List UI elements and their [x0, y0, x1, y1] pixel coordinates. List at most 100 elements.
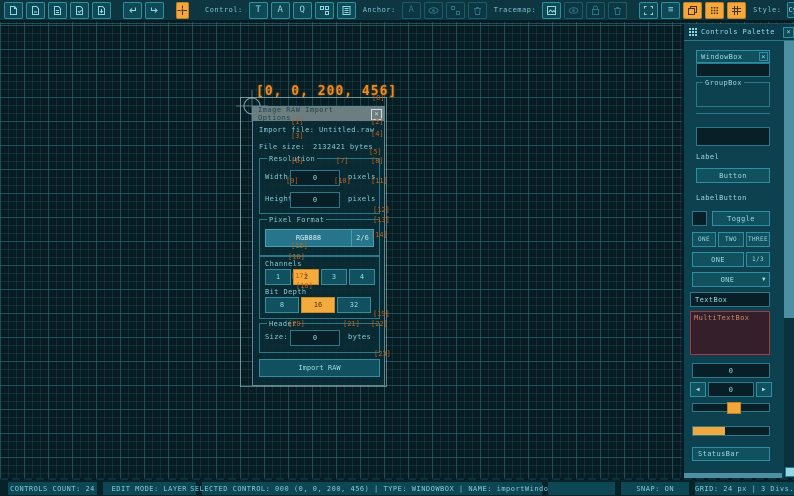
bit-depth-16-button[interactable]: 16 — [301, 297, 335, 313]
channel-1-button[interactable]: 1 — [265, 269, 291, 285]
palette-statusbar-item[interactable]: StatusBar — [692, 447, 770, 461]
control-index-annotation: [18] — [296, 282, 313, 290]
status-spare — [547, 482, 616, 495]
palette-grid-icon — [689, 28, 697, 36]
undo-button[interactable] — [123, 1, 142, 19]
designed-window-imports-dialog[interactable]: Image RAW Import Options × Import file: … — [252, 106, 385, 386]
palette-divider-item[interactable] — [696, 113, 770, 114]
dialog-titlebar[interactable]: Image RAW Import Options × — [253, 106, 384, 122]
file-save-button[interactable] — [48, 1, 67, 19]
import-raw-button[interactable]: Import RAW — [259, 359, 380, 377]
size-label: Size: — [265, 333, 289, 341]
palette-labelbutton-item[interactable]: LabelButton — [696, 194, 747, 202]
style-dropdown[interactable]: Cyber — [787, 2, 794, 18]
control-index-annotation: [16] — [288, 253, 305, 261]
file-open-button[interactable] — [26, 1, 45, 19]
palette-groupbox-item[interactable]: GroupBox — [696, 79, 770, 107]
spinner-sample-text: 0 — [728, 385, 734, 394]
palette-progress1-item[interactable] — [692, 426, 770, 436]
grid-lines-toggle-icon-button[interactable] — [727, 1, 747, 19]
pixel-format-groupbox: Pixel Format RGB888 2/6 — [259, 216, 380, 256]
height-input[interactable]: 0 — [290, 192, 340, 208]
vertical-scrollbar-thumb[interactable] — [784, 41, 794, 318]
status-bar: CONTROLS COUNT: 24 EDIT MODE: LAYER SELE… — [0, 478, 794, 496]
palette-panel-item[interactable] — [696, 127, 770, 146]
channel-3-button[interactable]: 3 — [321, 269, 347, 285]
design-canvas[interactable]: [0, 0, 200, 456] Image RAW Import Option… — [0, 22, 794, 480]
palette-cycle-index-item[interactable]: 1/3 — [746, 252, 770, 267]
palette-spinner-value[interactable]: 0 — [708, 382, 754, 397]
redo-button[interactable] — [145, 1, 164, 19]
palette-checkbox-item[interactable] — [692, 211, 707, 226]
file-export-button[interactable] — [92, 1, 111, 19]
pixel-format-cycle-button[interactable]: RGB888 2/6 — [265, 229, 374, 247]
palette-multitextbox-item[interactable]: MultiTextBox — [690, 311, 770, 355]
progress-fill — [693, 427, 725, 435]
file-group — [4, 1, 111, 19]
slider-thumb[interactable] — [727, 402, 742, 414]
palette-label-item[interactable]: Label — [696, 153, 719, 161]
palette-windowbox-item[interactable]: WindowBox × — [696, 50, 770, 63]
anchor-letter-button[interactable]: A — [401, 1, 421, 19]
view-group: ≡ — [639, 1, 747, 19]
bit-depth-32-button[interactable]: 32 — [337, 297, 371, 313]
palette-close-icon[interactable]: × — [783, 26, 794, 38]
control-index-annotation: [8] — [371, 157, 384, 165]
file-save-as-button[interactable] — [70, 1, 89, 19]
control-node-tool-button[interactable] — [314, 1, 334, 19]
control-index-annotation: [4] — [371, 130, 384, 138]
tracemap-image-icon-button[interactable] — [542, 1, 562, 19]
palette-value-item[interactable]: 0 — [692, 363, 770, 378]
control-index-annotation: [11] — [371, 177, 388, 185]
bit-depth-8-button[interactable]: 8 — [265, 297, 299, 313]
snap-target-button[interactable] — [176, 1, 189, 19]
palette-spinner-right-icon[interactable]: ▶ — [756, 382, 772, 397]
tracemap-lock-icon-button[interactable] — [586, 1, 606, 19]
pixel-format-index: 2/6 — [351, 230, 373, 246]
palette-windowbox-body[interactable] — [696, 63, 770, 77]
channel-4-button[interactable]: 4 — [349, 269, 375, 285]
file-new-button[interactable] — [4, 1, 23, 19]
palette-spinner-left-icon[interactable]: ◀ — [690, 382, 706, 397]
palette-toggle-item[interactable]: Toggle — [712, 211, 770, 226]
palette-slider-item[interactable] — [692, 402, 770, 414]
resolution-groupbox: Resolution Width: 0 pixels Height: 0 pix… — [259, 155, 380, 214]
list-view-icon-button[interactable]: ≡ — [661, 1, 681, 19]
fit-view-icon-button[interactable] — [639, 1, 659, 19]
layers-toggle-icon-button[interactable] — [683, 1, 703, 19]
palette-radio-one-item[interactable]: ONE — [692, 232, 716, 247]
palette-vertical-scrollbar[interactable] — [784, 41, 794, 480]
palette-radio-three-item[interactable]: THREE — [746, 232, 770, 247]
anchor-trash-icon-button[interactable] — [467, 1, 487, 19]
status-edit-mode: EDIT MODE: LAYER — [102, 482, 196, 495]
palette-radio-two-item[interactable]: TWO — [718, 232, 744, 247]
anchor-node-icon-button[interactable] — [445, 1, 465, 19]
control-textbox-tool-button[interactable]: Q — [292, 1, 312, 19]
palette-dropdown-item[interactable]: ONE ▼ — [692, 272, 770, 287]
control-button-tool-button[interactable]: A — [270, 1, 290, 19]
tracemap-eye-icon-button[interactable] — [564, 1, 584, 19]
control-index-annotation: [13] — [373, 216, 390, 224]
header-size-input[interactable]: 0 — [290, 330, 340, 346]
palette-titlebar[interactable]: Controls Palette × — [684, 24, 794, 41]
scrollbar-corner-grip[interactable] — [785, 467, 794, 477]
control-label-tool-button[interactable]: T — [248, 1, 268, 19]
control-multitext-tool-button[interactable] — [336, 1, 356, 19]
palette-textbox-item[interactable]: TextBox — [690, 292, 770, 307]
palette-cycle-item[interactable]: ONE — [692, 252, 744, 267]
top-toolbar: Control: T A Q Anchor: A Tracemap: ≡ Sty… — [0, 0, 794, 22]
anchor-eye-icon-button[interactable] — [423, 1, 443, 19]
control-label: Control: — [205, 6, 243, 14]
chevron-down-icon: ▼ — [761, 276, 766, 283]
palette-title: Controls Palette — [701, 28, 775, 36]
control-index-annotation: [21] — [343, 320, 360, 328]
control-index-annotation: [15] — [291, 242, 308, 250]
palette-button-item[interactable]: Button — [696, 168, 770, 183]
grid-dots-toggle-icon-button[interactable] — [705, 1, 725, 19]
control-index-annotation: [7] — [336, 157, 349, 165]
status-controls-count: CONTROLS COUNT: 24 — [8, 482, 97, 495]
channels-groupbox: Channels 1 2 3 4 Bit Depth 8 16 32 — [259, 256, 380, 319]
control-index-annotation: [17] — [291, 272, 308, 280]
tracemap-trash-icon-button[interactable] — [608, 1, 628, 19]
control-index-annotation: [0] — [372, 94, 385, 102]
